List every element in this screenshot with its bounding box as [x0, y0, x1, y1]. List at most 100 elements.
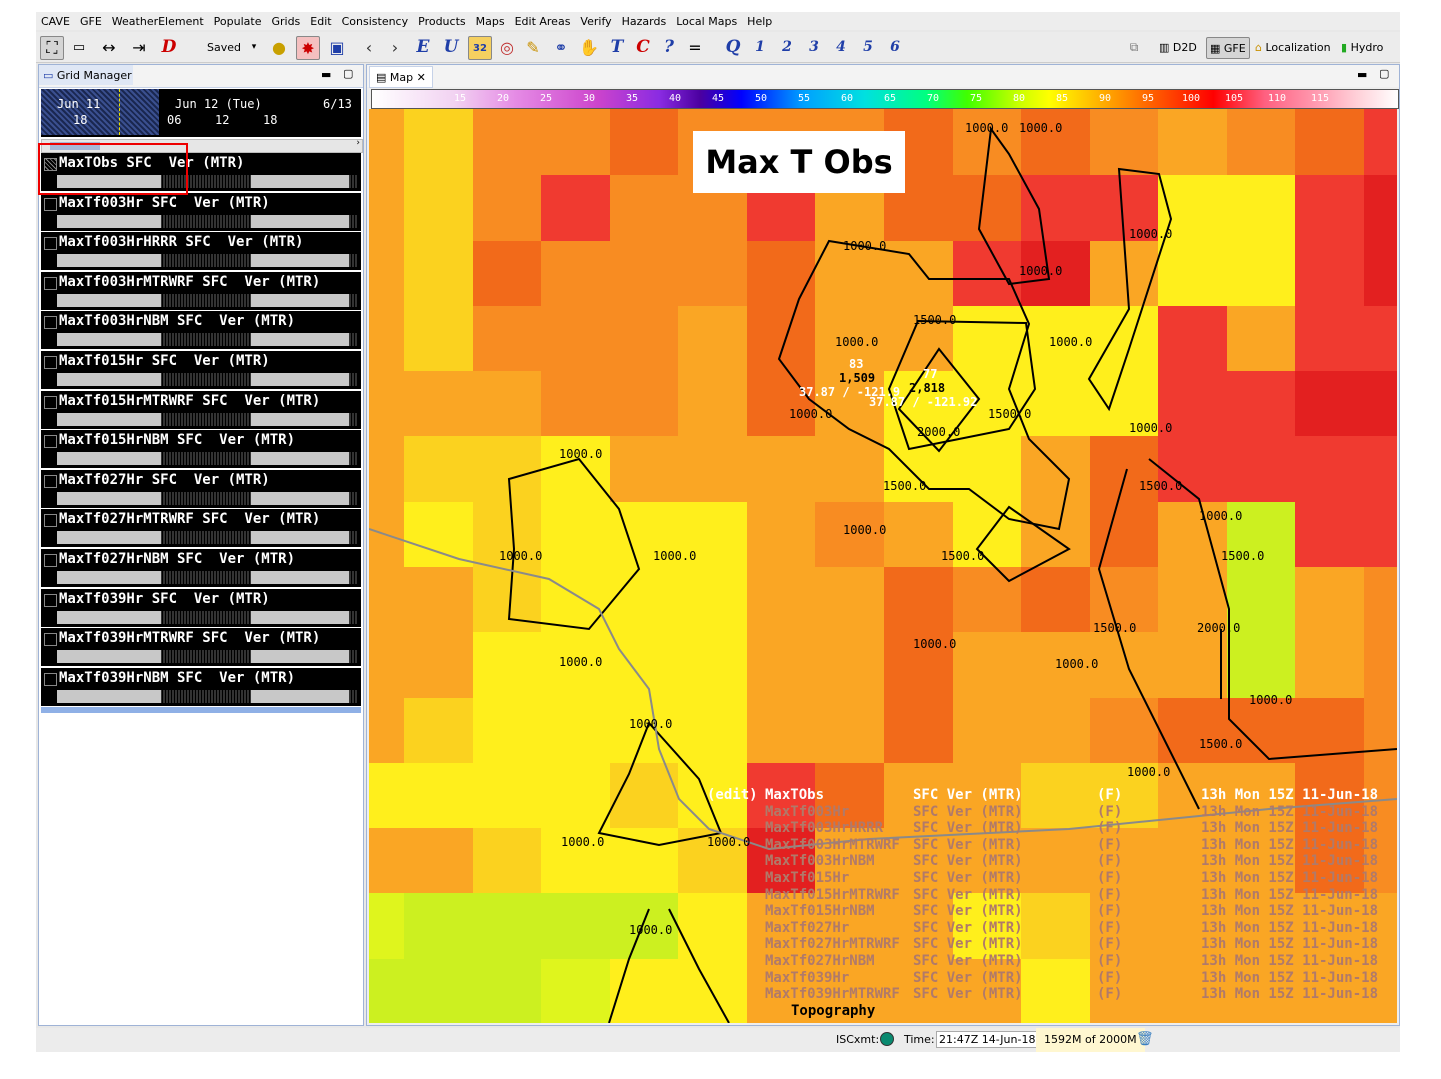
preset-4-button[interactable]: 4: [831, 36, 851, 58]
maximize-icon[interactable]: ▢: [343, 67, 353, 80]
binoculars-icon[interactable]: ⚭: [550, 36, 572, 58]
grid-block[interactable]: [251, 372, 349, 386]
grid-block[interactable]: [57, 214, 161, 228]
scroll-right-icon[interactable]: ›: [356, 138, 360, 148]
grid-block[interactable]: [57, 372, 161, 386]
chevron-down-icon[interactable]: ▾: [248, 36, 260, 58]
grid-row[interactable]: MaxTf027Hr SFC Ver (MTR): [41, 469, 361, 508]
menu-gfe[interactable]: GFE: [75, 15, 107, 28]
preset-1-button[interactable]: 1: [750, 36, 770, 58]
edit-star-icon[interactable]: ✸: [296, 36, 320, 60]
q-button[interactable]: Q: [722, 36, 744, 58]
perspective-d2d[interactable]: ▥ D2D: [1156, 37, 1200, 57]
grid-block[interactable]: [251, 293, 349, 307]
grid-block[interactable]: [251, 650, 349, 664]
menu-consistency[interactable]: Consistency: [337, 15, 414, 28]
grid-row[interactable]: MaxTf039Hr SFC Ver (MTR): [41, 588, 361, 627]
grid-block[interactable]: [57, 333, 161, 347]
menu-populate[interactable]: Populate: [209, 15, 267, 28]
grid-row[interactable]: MaxTf027HrNBM SFC Ver (MTR): [41, 548, 361, 587]
menu-cave[interactable]: CAVE: [36, 15, 75, 28]
grid-block[interactable]: [251, 452, 349, 466]
e-button[interactable]: E: [412, 36, 434, 58]
grid-block[interactable]: [57, 531, 161, 545]
minimize-icon[interactable]: ▬: [321, 68, 331, 81]
c-button[interactable]: C: [632, 36, 654, 58]
tab-grid-manager[interactable]: ▭ Grid Manager: [39, 65, 133, 85]
maximize-icon[interactable]: ▢: [1379, 67, 1389, 80]
horizontal-arrows-icon[interactable]: ↔: [98, 36, 120, 58]
hand-icon[interactable]: ✋: [578, 36, 600, 58]
grid-block[interactable]: [251, 610, 349, 624]
row-checkbox[interactable]: [44, 237, 57, 251]
fullscreen-icon[interactable]: ⛶: [40, 36, 64, 60]
grid-row[interactable]: MaxTf027HrMTRWRF SFC Ver (MTR): [41, 509, 361, 548]
menu-local-maps[interactable]: Local Maps: [671, 15, 742, 28]
grid-row[interactable]: MaxTf003HrMTRWRF SFC Ver (MTR): [41, 271, 361, 310]
isc-status-icon[interactable]: [880, 1032, 894, 1046]
menu-weatherelement[interactable]: WeatherElement: [107, 15, 209, 28]
grid-row[interactable]: MaxTf015Hr SFC Ver (MTR): [41, 350, 361, 389]
grid-block[interactable]: [251, 333, 349, 347]
step-back-icon[interactable]: ‹: [358, 36, 380, 58]
preset-6-button[interactable]: 6: [885, 36, 905, 58]
grid-block[interactable]: [57, 452, 161, 466]
row-checkbox[interactable]: [44, 395, 57, 409]
row-checkbox[interactable]: [44, 633, 57, 647]
menu-verify[interactable]: Verify: [575, 15, 616, 28]
trash-icon[interactable]: 🗑: [1136, 1031, 1154, 1047]
perspective-gfe[interactable]: ▦ GFE: [1206, 37, 1250, 59]
equals-button[interactable]: =: [684, 36, 706, 58]
help-query-button[interactable]: ?: [658, 36, 680, 58]
grid-block[interactable]: [57, 689, 161, 703]
grid-row[interactable]: MaxTf015HrNBM SFC Ver (MTR): [41, 430, 361, 469]
target-icon[interactable]: ◎: [496, 36, 518, 58]
grid-block[interactable]: [57, 650, 161, 664]
grid-block[interactable]: [251, 531, 349, 545]
grid-block[interactable]: [251, 254, 349, 268]
perspective-localization[interactable]: ⌂ Localization: [1252, 37, 1334, 57]
brush-icon[interactable]: ✎: [522, 36, 544, 58]
row-checkbox[interactable]: [44, 593, 57, 607]
row-checkbox[interactable]: [44, 197, 57, 211]
minimize-icon[interactable]: ▬: [1357, 68, 1367, 81]
step-forward-icon[interactable]: ›: [384, 36, 406, 58]
saved-dropdown[interactable]: Saved: [196, 36, 252, 58]
preset-5-button[interactable]: 5: [858, 36, 878, 58]
t-button[interactable]: T: [606, 36, 628, 58]
tab-map[interactable]: ▤ Map ✕: [369, 66, 433, 88]
sun-icon[interactable]: ●: [268, 36, 290, 58]
grid-block[interactable]: [57, 254, 161, 268]
grid-row[interactable]: MaxTf003HrHRRR SFC Ver (MTR): [41, 232, 361, 271]
grid-block[interactable]: [57, 491, 161, 505]
delta-d-button[interactable]: D: [158, 36, 180, 58]
grid-row[interactable]: MaxTf003Hr SFC Ver (MTR): [41, 192, 361, 231]
grid-row[interactable]: MaxTf039HrMTRWRF SFC Ver (MTR): [41, 628, 361, 667]
row-checkbox[interactable]: [44, 514, 57, 528]
menu-edit[interactable]: Edit: [305, 15, 336, 28]
grid-block[interactable]: [57, 293, 161, 307]
grid-timeline[interactable]: Jun 11 Jun 12 (Tue) 6/13 18 06 12 18: [41, 89, 361, 137]
row-checkbox[interactable]: [44, 553, 57, 567]
close-icon[interactable]: ✕: [413, 71, 426, 84]
grid-row[interactable]: MaxTf039HrNBM SFC Ver (MTR): [41, 667, 361, 706]
open-perspective-icon[interactable]: ⧉: [1124, 36, 1144, 58]
preset-3-button[interactable]: 3: [804, 36, 824, 58]
menu-hazards[interactable]: Hazards: [617, 15, 672, 28]
grid-block[interactable]: [251, 491, 349, 505]
grid-block[interactable]: [57, 610, 161, 624]
grid-block[interactable]: [251, 412, 349, 426]
pan-map-icon[interactable]: ▭: [68, 36, 90, 58]
menu-grids[interactable]: Grids: [266, 15, 305, 28]
grid-block[interactable]: [57, 412, 161, 426]
row-checkbox[interactable]: [44, 316, 57, 330]
preset-2-button[interactable]: 2: [777, 36, 797, 58]
grid-block[interactable]: [251, 175, 349, 188]
menu-maps[interactable]: Maps: [471, 15, 510, 28]
menu-products[interactable]: Products: [413, 15, 471, 28]
grid-block[interactable]: [251, 689, 349, 703]
grid-block[interactable]: [251, 570, 349, 584]
temperature-colorbar[interactable]: 15 20 25 30 35 40 45 50 55 60 65 70 75 8…: [371, 89, 1399, 109]
row-checkbox[interactable]: [44, 276, 57, 290]
grid-block[interactable]: [57, 570, 161, 584]
